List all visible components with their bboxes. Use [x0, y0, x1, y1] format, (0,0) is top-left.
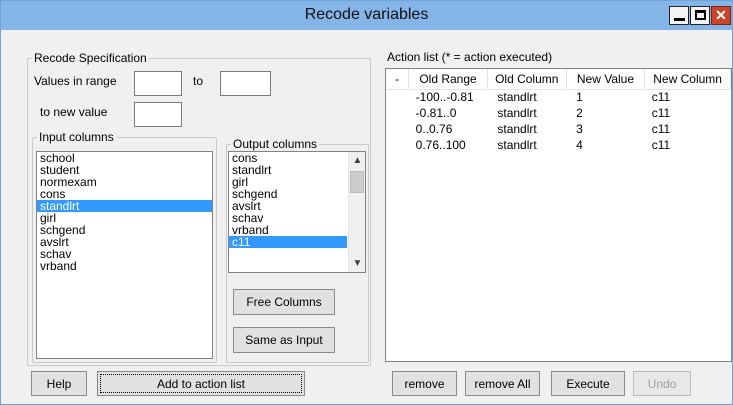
new-value-cell: 4: [576, 138, 583, 152]
scroll-down-arrow-icon[interactable]: ▼: [349, 255, 365, 272]
action-list-grid[interactable]: - Old Range Old Column New Value New Col…: [385, 68, 732, 362]
window-title: Recode variables: [304, 6, 429, 23]
table-row[interactable]: -0.81..0 standlrt 2 c11: [386, 105, 731, 121]
new-value-cell: 1: [576, 90, 583, 105]
column-header-new-value[interactable]: New Value: [566, 69, 646, 90]
same-as-input-button[interactable]: Same as Input: [233, 327, 335, 353]
recode-specification-legend: Recode Specification: [32, 51, 149, 65]
old-column-cell: standlrt: [497, 122, 537, 136]
title-bar[interactable]: Recode variables ✕: [1, 1, 732, 30]
list-item[interactable]: standlrt: [229, 164, 365, 176]
scroll-up-arrow-icon[interactable]: ▲: [349, 152, 365, 169]
old-range-cell: 0.76..100: [415, 138, 466, 152]
remove-button[interactable]: remove: [392, 371, 457, 396]
range-to-input[interactable]: [220, 71, 271, 96]
row-marker: [386, 121, 409, 137]
action-list-table: - Old Range Old Column New Value New Col…: [386, 69, 731, 153]
add-to-action-list-button[interactable]: Add to action list: [97, 371, 305, 396]
to-new-value-label: to new value: [40, 105, 108, 119]
row-marker: [386, 89, 409, 105]
old-range-cell: -100..-0.81: [415, 90, 474, 105]
maximize-icon: [695, 10, 706, 20]
recode-variables-window: Recode variables ✕ Recode Specification …: [0, 0, 733, 405]
input-columns-legend: Input columns: [37, 130, 116, 144]
list-item-selected[interactable]: c11: [229, 236, 347, 248]
row-marker: [386, 137, 409, 153]
old-column-cell: standlrt: [497, 106, 537, 120]
new-value-cell: 3: [576, 122, 583, 136]
new-column-cell: c11: [651, 122, 671, 136]
action-list-legend: Action list (* = action executed): [385, 50, 555, 64]
column-header-old-column[interactable]: Old Column: [487, 69, 567, 90]
list-item-selected[interactable]: standlrt: [37, 200, 212, 212]
close-button[interactable]: ✕: [711, 6, 731, 25]
table-row[interactable]: 0..0.76 standlrt 3 c11: [386, 121, 731, 137]
new-column-cell: c11: [651, 106, 671, 120]
old-range-cell: -0.81..0: [415, 106, 457, 120]
new-value-cell: 2: [576, 106, 583, 120]
list-item[interactable]: vrband: [37, 260, 212, 272]
minimize-button[interactable]: [669, 6, 689, 25]
values-in-range-label: Values in range: [34, 74, 117, 88]
row-marker: [386, 105, 409, 121]
new-value-input[interactable]: [134, 102, 182, 127]
table-row[interactable]: 0.76..100 standlrt 4 c11: [386, 137, 731, 153]
close-icon: ✕: [715, 7, 727, 23]
column-header-new-column[interactable]: New Column: [644, 69, 731, 90]
column-header-marker[interactable]: -: [386, 69, 410, 90]
minimize-icon: [674, 18, 685, 21]
table-header-row: - Old Range Old Column New Value New Col…: [386, 69, 731, 90]
old-column-cell: standlrt: [497, 90, 537, 105]
help-button[interactable]: Help: [31, 371, 87, 396]
output-columns-legend: Output columns: [231, 137, 320, 151]
column-header-old-range[interactable]: Old Range: [408, 69, 488, 90]
new-column-cell: c11: [651, 90, 671, 105]
output-columns-scrollbar[interactable]: ▲ ▼: [348, 152, 365, 272]
table-row[interactable]: -100..-0.81 standlrt 1 c11: [386, 89, 731, 105]
scroll-thumb[interactable]: [350, 171, 364, 193]
old-column-cell: standlrt: [497, 138, 537, 152]
new-column-cell: c11: [651, 138, 671, 152]
input-columns-list[interactable]: school student normexam cons standlrt gi…: [36, 151, 213, 359]
execute-button[interactable]: Execute: [551, 371, 625, 396]
old-range-cell: 0..0.76: [415, 122, 453, 136]
range-from-input[interactable]: [134, 71, 182, 96]
output-columns-list[interactable]: cons standlrt girl schgend avslrt schav …: [228, 151, 366, 273]
to-label: to: [193, 74, 204, 88]
remove-all-button[interactable]: remove All: [465, 371, 540, 396]
maximize-button[interactable]: [690, 6, 710, 25]
undo-button[interactable]: Undo: [633, 371, 691, 396]
free-columns-button[interactable]: Free Columns: [233, 289, 335, 315]
